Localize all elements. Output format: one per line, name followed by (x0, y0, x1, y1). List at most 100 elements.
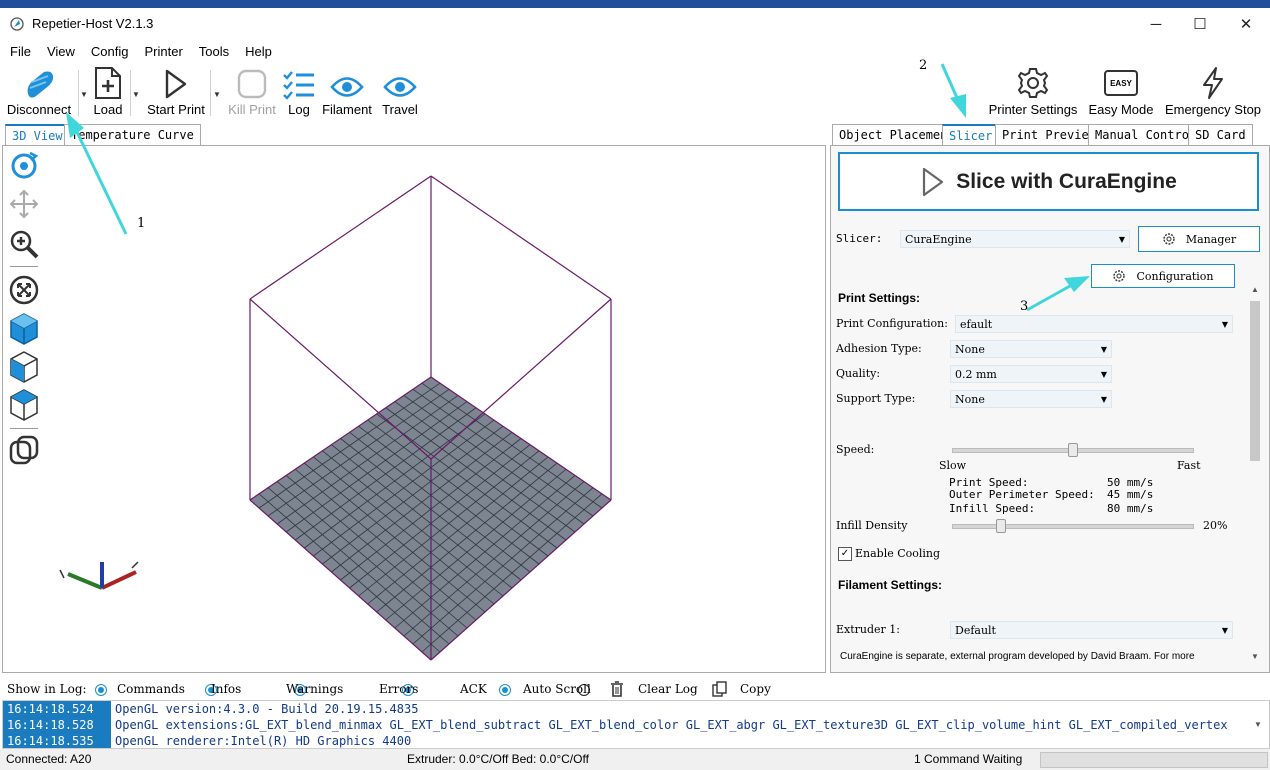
tab-manual-control[interactable]: Manual Control (1088, 124, 1204, 145)
tab-print-preview[interactable]: Print Preview (995, 124, 1103, 145)
speed-slider[interactable] (952, 443, 1194, 457)
log-row: 16:14:18.524 OpenGL version:4.3.0 - Build… (3, 701, 1269, 717)
tab-slicer[interactable]: Slicer (942, 124, 1000, 146)
load-button[interactable]: Load (88, 64, 128, 122)
log-time: 16:14:18.535 (3, 733, 111, 748)
copy-icon[interactable] (712, 681, 728, 697)
gear-icon (1113, 270, 1126, 282)
scrollbar-thumb[interactable] (1250, 301, 1260, 461)
zoom-icon[interactable] (8, 228, 40, 260)
log-time: 16:14:18.524 (3, 701, 111, 717)
menu-bar: File View Config Printer Tools Help (0, 40, 1270, 64)
fit-view-icon[interactable] (8, 274, 40, 306)
trash-icon[interactable] (610, 681, 624, 697)
build-volume-scene (59, 175, 612, 661)
cube-front-view-icon[interactable] (8, 350, 40, 384)
checklist-icon (283, 71, 314, 100)
printer-settings-label: Printer Settings (988, 102, 1078, 117)
commands-label: Commands (117, 682, 185, 696)
menu-help[interactable]: Help (237, 40, 280, 64)
easy-mode-button[interactable]: EASY Easy Mode (1086, 64, 1156, 122)
infill-speed-value: 80 mm/s (1107, 502, 1154, 515)
tab-3d-view[interactable]: 3D View (5, 124, 70, 146)
travel-button[interactable]: Travel (378, 64, 422, 122)
infill-slider-thumb[interactable] (996, 519, 1006, 533)
slice-button-label: Slice with CuraEngine (956, 169, 1177, 193)
log-list[interactable]: 16:14:18.524 OpenGL version:4.3.0 - Build… (2, 700, 1270, 749)
commands-radio[interactable] (95, 684, 107, 696)
gear-icon (1163, 233, 1175, 245)
speed-slider-thumb[interactable] (1068, 443, 1078, 457)
menu-config[interactable]: Config (83, 40, 137, 64)
print-settings-heading: Print Settings: (838, 291, 921, 305)
filament-settings-heading: Filament Settings: (838, 578, 943, 592)
toolbar: Disconnect ▼ Load ▼ Start Print ▼ Kill P… (0, 64, 1270, 122)
move-view-icon[interactable] (8, 188, 40, 220)
menu-printer[interactable]: Printer (136, 40, 190, 64)
adhesion-type-label: Adhesion Type: (836, 342, 922, 355)
play-icon (165, 69, 187, 99)
scroll-down-icon[interactable]: ▼ (1251, 652, 1259, 661)
menu-view[interactable]: View (39, 40, 83, 64)
start-print-dropdown-icon[interactable]: ▼ (213, 90, 221, 99)
slicer-scrollbar[interactable]: ▲ ▼ (1248, 285, 1262, 670)
tab-sd-card[interactable]: SD Card (1188, 124, 1253, 145)
log-scroll-down-icon[interactable]: ▼ (1254, 720, 1262, 729)
infill-density-slider[interactable] (952, 519, 1194, 533)
menu-file[interactable]: File (0, 40, 39, 64)
manager-label: Manager (1185, 232, 1237, 246)
quality-value: 0.2 mm (955, 368, 997, 381)
toolbar-separator (210, 70, 211, 116)
ack-radio[interactable] (499, 684, 512, 696)
annotation-2: 2 (919, 58, 928, 73)
quality-select[interactable]: 0.2 mm ▼ (950, 365, 1112, 383)
close-button[interactable]: ✕ (1223, 8, 1269, 40)
copy-button[interactable]: Copy (740, 682, 771, 696)
easy-badge-icon: EASY (1104, 70, 1138, 96)
minimize-button[interactable]: ─ (1133, 8, 1179, 40)
extruder-1-select[interactable]: Default ▼ (950, 621, 1233, 639)
cube-iso-view-icon[interactable] (8, 312, 40, 346)
manager-button[interactable]: Manager (1138, 226, 1260, 252)
chevron-down-icon: ▼ (1221, 626, 1228, 635)
load-label: Load (93, 102, 123, 117)
status-bar: Connected: A20 Extruder: 0.0°C/Off Bed: … (0, 749, 1270, 770)
slow-label: Slow (939, 459, 967, 472)
scroll-up-icon[interactable]: ▲ (1251, 285, 1259, 294)
support-type-select[interactable]: None ▼ (950, 390, 1112, 408)
adhesion-type-select[interactable]: None ▼ (950, 340, 1112, 358)
log-message: OpenGL renderer:Intel(R) HD Graphics 440… (115, 734, 412, 748)
start-print-button[interactable]: Start Print (144, 64, 208, 122)
enable-cooling-checkbox[interactable]: ✓ (838, 547, 852, 561)
slice-button[interactable]: Slice with CuraEngine (838, 152, 1259, 211)
log-button[interactable]: Log (282, 64, 316, 122)
filament-label: Filament (322, 102, 372, 117)
tab-temperature-curve[interactable]: Temperature Curve (64, 124, 201, 145)
printer-settings-button[interactable]: Printer Settings (988, 64, 1078, 122)
log-time: 16:14:18.528 (3, 717, 111, 733)
disconnect-button[interactable]: Disconnect (6, 64, 72, 122)
maximize-button[interactable]: ☐ (1177, 8, 1223, 40)
connection-status: Connected: A20 (6, 752, 92, 766)
speed-label: Speed: (836, 443, 875, 456)
load-dropdown-icon[interactable]: ▼ (132, 90, 140, 99)
ack-label: ACK (460, 682, 487, 696)
slicer-select-value: CuraEngine (905, 233, 972, 246)
print-configuration-select[interactable]: efault ▼ (955, 315, 1233, 333)
filament-button[interactable]: Filament (320, 64, 374, 122)
disconnect-dropdown-icon[interactable]: ▼ (80, 90, 88, 99)
cube-top-view-icon[interactable] (8, 388, 40, 422)
show-in-log-label: Show in Log: (7, 682, 87, 696)
copy-objects-icon[interactable] (8, 434, 40, 468)
slicer-select[interactable]: CuraEngine ▼ (900, 230, 1130, 248)
chevron-down-icon: ▼ (1100, 345, 1107, 354)
chevron-down-icon: ▼ (1221, 320, 1228, 329)
kill-print-button[interactable]: Kill Print (226, 64, 278, 122)
clear-log-button[interactable]: Clear Log (638, 682, 698, 696)
support-type-label: Support Type: (836, 392, 916, 405)
progress-bar (1040, 752, 1268, 768)
menu-tools[interactable]: Tools (191, 40, 237, 64)
configuration-button[interactable]: Configuration (1091, 264, 1235, 288)
rotate-view-icon[interactable] (8, 150, 40, 182)
emergency-stop-button[interactable]: Emergency Stop (1164, 64, 1262, 122)
